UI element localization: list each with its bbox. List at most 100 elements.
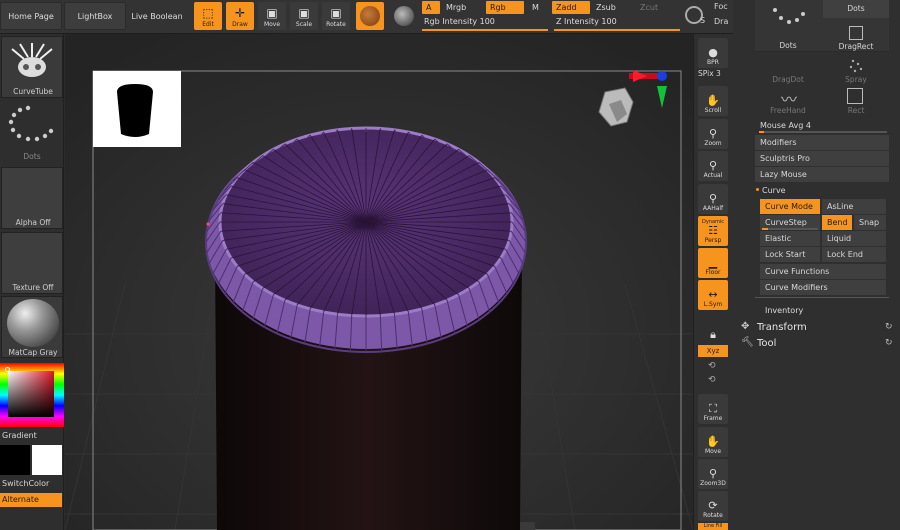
modifiers-subpalette[interactable]: Modifiers [755, 135, 889, 150]
curve-modifiers-subpalette[interactable]: Curve Modifiers [760, 280, 886, 295]
tool-reset-icon[interactable]: ↻ [885, 338, 893, 348]
primary-color-swatch[interactable] [32, 445, 62, 475]
move-tool-button[interactable]: ▣ Move [258, 2, 286, 30]
material-swatch[interactable] [356, 2, 384, 30]
color-picker[interactable] [0, 363, 64, 427]
spray-tile[interactable]: Spray [823, 55, 889, 85]
move-icon: ▣ [266, 6, 278, 20]
thumbnail-silhouette [117, 84, 153, 137]
actual-button[interactable]: ⚲ Actual [698, 151, 728, 181]
m-toggle[interactable]: M [528, 1, 543, 14]
home-page-button[interactable]: Home Page [0, 2, 62, 30]
freehand-label: FreeHand [770, 106, 806, 115]
color-square[interactable] [8, 371, 54, 417]
color-cursor-icon [5, 367, 10, 372]
transform-reset-icon[interactable]: ↻ [885, 322, 893, 332]
brush-selector[interactable]: CurveTube [1, 36, 63, 98]
dragdot-tile[interactable]: DragDot [755, 55, 821, 85]
curve-step-fill [762, 228, 768, 230]
liquid-toggle[interactable]: Liquid [822, 231, 886, 246]
asline-toggle[interactable]: AsLine [822, 199, 886, 214]
zcut-toggle[interactable]: Zcut [636, 1, 662, 14]
persp-label: Persp [704, 237, 722, 244]
rect-label: Rect [847, 106, 865, 115]
curvetube-label: CurveTube [13, 87, 53, 96]
bend-toggle[interactable]: Bend [822, 215, 852, 230]
line-fill-button[interactable]: Line Fill [698, 523, 728, 530]
s-label: S [700, 16, 706, 25]
floor-label: Floor [705, 269, 721, 276]
floor-button[interactable]: ▁ Floor [698, 248, 728, 278]
curve-functions-subpalette[interactable]: Curve Functions [760, 264, 886, 279]
curve-mode-toggle[interactable]: Curve Mode [760, 199, 820, 214]
scale-tool-button[interactable]: ▣ Scale [290, 2, 318, 30]
live-boolean-button[interactable]: Live Boolean [128, 2, 186, 30]
zoom3d-button[interactable]: ⚲ Zoom3D [698, 459, 728, 489]
edit-tool-button[interactable]: ⬚ Edit [194, 2, 222, 30]
snap-toggle[interactable]: Snap [854, 215, 886, 230]
actual-icon: ⚲ [708, 159, 718, 172]
texture-selector[interactable]: Texture Off [1, 232, 63, 294]
symmetry-icon: ↔ [708, 288, 718, 301]
lock-end-toggle[interactable]: Lock End [822, 247, 886, 262]
edit-label: Edit [202, 21, 214, 28]
zadd-toggle[interactable]: Zadd [552, 1, 590, 14]
gradient-label: Gradient [2, 431, 37, 440]
curve-subpalette[interactable]: Curve [757, 183, 887, 198]
lsym-button[interactable]: ↔ L.Sym [698, 280, 728, 310]
transform-palette[interactable]: Transform [757, 322, 807, 333]
move-view-label: Move [704, 448, 722, 455]
document-canvas[interactable] [65, 34, 693, 530]
secondary-color-swatch[interactable] [0, 445, 30, 475]
xyz-button[interactable]: Xyz [698, 345, 728, 357]
alpha-selector[interactable]: Alpha Off [1, 167, 63, 229]
move-label: Move [263, 21, 281, 28]
rect-tile[interactable]: Rect [823, 86, 889, 116]
scroll-button[interactable]: ✋ Scroll [698, 86, 728, 116]
stroke-dots2-tile[interactable]: Dots [823, 0, 889, 18]
dragrect-icon [849, 26, 863, 40]
bpr-button[interactable]: ● BPR [698, 38, 728, 68]
lightbox-button[interactable]: LightBox [64, 2, 126, 30]
frame-button[interactable]: ⛶ Frame [698, 394, 728, 424]
elastic-toggle[interactable]: Elastic [760, 231, 820, 246]
spix-label[interactable]: SPix 3 [698, 69, 721, 78]
zoom-button[interactable]: ⚲ Zoom [698, 119, 728, 149]
draw-size-label: Dra [714, 17, 729, 26]
dots-tile-label: Dots [779, 41, 797, 50]
lock-button[interactable]: 🔒︎ [698, 313, 728, 343]
rotate-view-button[interactable]: ⟳ Rotate [698, 491, 728, 521]
stroke-selector[interactable]: Dots [1, 102, 63, 164]
local-rotate-icon[interactable]: ⟲ [708, 361, 716, 371]
viewport-svg [65, 34, 693, 530]
aahalf-button[interactable]: ⚲ AAHalf [698, 184, 728, 214]
freehand-tile[interactable]: 〰 FreeHand [755, 86, 821, 116]
material-selector[interactable]: MatCap Gray [1, 296, 63, 358]
color-swatch[interactable] [390, 2, 418, 30]
stroke-dots-tile[interactable]: Dots [755, 0, 821, 52]
alternate-button[interactable]: Alternate [0, 493, 62, 507]
lazy-mouse-subpalette[interactable]: Lazy Mouse [755, 167, 889, 182]
switchcolor-button[interactable]: SwitchColor [2, 479, 49, 488]
tool-palette[interactable]: Tool [757, 338, 776, 349]
persp-button[interactable]: Dynamic ☷ Persp [698, 216, 728, 246]
z-intensity-fill [554, 29, 680, 31]
stroke-types-panel: Dots Dots DragRect [755, 0, 889, 52]
draw-tool-button[interactable]: ✛ Draw [226, 2, 254, 30]
zoom3d-icon: ⚲ [708, 467, 718, 480]
dragrect-tile[interactable]: DragRect [823, 22, 889, 52]
a-toggle[interactable]: A [422, 1, 440, 14]
move-view-button[interactable]: ✋ Move [698, 427, 728, 457]
sculptris-pro-subpalette[interactable]: Sculptris Pro [755, 151, 889, 166]
floor-icon: ▁ [708, 256, 718, 269]
alpha-off-label: Alpha Off [15, 218, 51, 227]
rotate-tool-button[interactable]: ▣ Rotate [322, 2, 350, 30]
mrgb-toggle[interactable]: Mrgb [442, 1, 470, 14]
local-rotate2-icon[interactable]: ⟲ [708, 375, 716, 385]
scale-label: Scale [295, 21, 313, 28]
lock-start-toggle[interactable]: Lock Start [760, 247, 820, 262]
rgb-toggle[interactable]: Rgb [486, 1, 524, 14]
curvetube-brush-icon [11, 43, 53, 77]
mouse-avg-label: Mouse Avg 4 [760, 121, 811, 130]
zsub-toggle[interactable]: Zsub [592, 1, 620, 14]
